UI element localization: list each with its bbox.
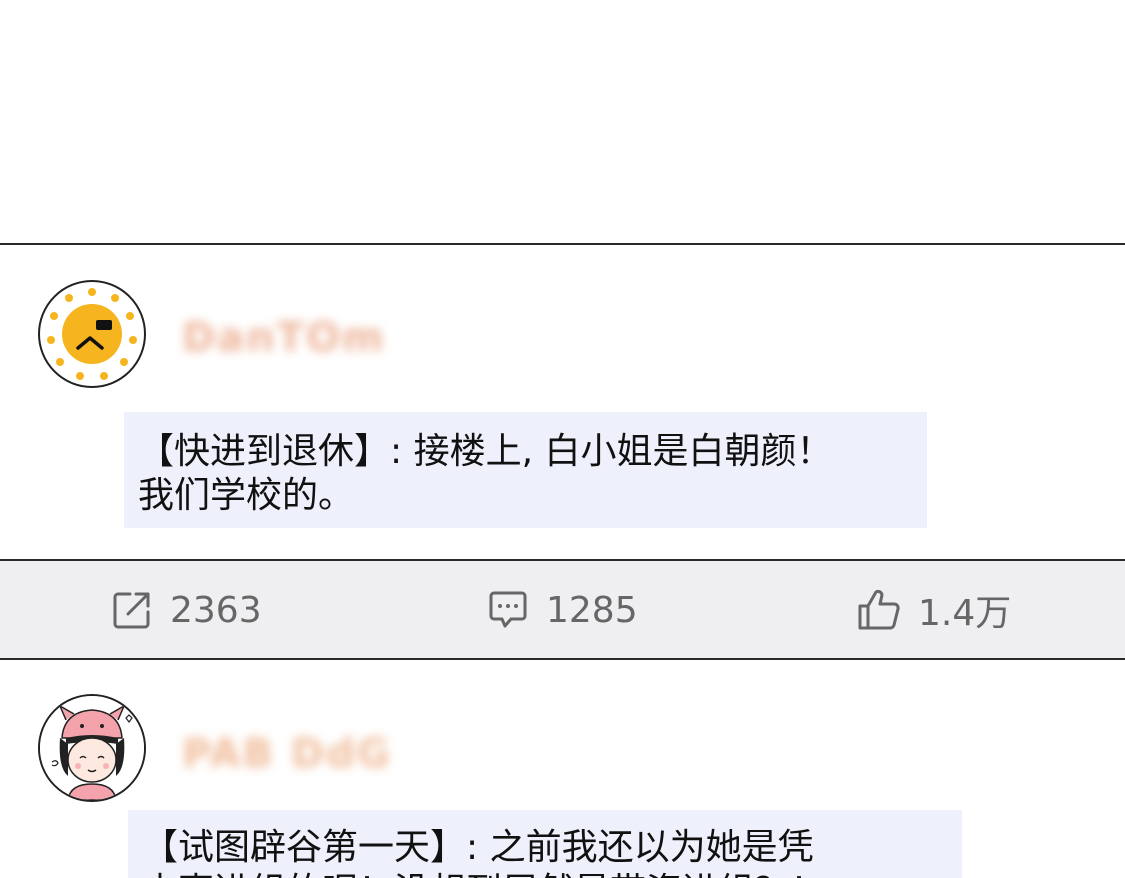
comment-line-1: 【快进到退休】: 接楼上, 白小姐是白朝颜！ bbox=[138, 431, 833, 472]
divider bbox=[0, 658, 1125, 660]
share-icon bbox=[113, 592, 150, 629]
avatar[interactable] bbox=[38, 280, 146, 388]
sun-avatar-icon bbox=[47, 288, 137, 380]
username[interactable]: PAB DdG bbox=[182, 730, 392, 778]
comment-line-2: 我们学校的。 bbox=[138, 475, 355, 516]
username[interactable]: DanTOm bbox=[182, 314, 386, 362]
like-button[interactable]: 1.4万 bbox=[856, 561, 1011, 659]
comment-line-2: 本事进组的呢！没想到居然是带资进组？！ bbox=[142, 870, 946, 878]
blank-header-area bbox=[0, 0, 1125, 244]
comment-line-1: 【试图辟谷第一天】: 之前我还以为她是凭 bbox=[142, 827, 814, 868]
thumbs-up-icon bbox=[858, 589, 900, 630]
comment-count: 1285 bbox=[546, 589, 638, 631]
share-button[interactable]: 2363 bbox=[110, 561, 262, 659]
share-count: 2363 bbox=[170, 589, 262, 631]
comment-text: 【试图辟谷第一天】: 之前我还以为她是凭 本事进组的呢！没想到居然是带资进组？！ bbox=[128, 810, 962, 878]
comment-button[interactable]: 1285 bbox=[486, 561, 638, 659]
actions-bar: 2363 1285 1.4万 bbox=[0, 561, 1125, 659]
girl-avatar-icon bbox=[40, 696, 144, 800]
like-count: 1.4万 bbox=[918, 593, 1012, 634]
avatar[interactable] bbox=[38, 694, 146, 802]
comment-text: 【快进到退休】: 接楼上, 白小姐是白朝颜！ 我们学校的。 bbox=[124, 412, 927, 528]
divider bbox=[0, 243, 1125, 245]
comment-icon bbox=[489, 591, 527, 628]
